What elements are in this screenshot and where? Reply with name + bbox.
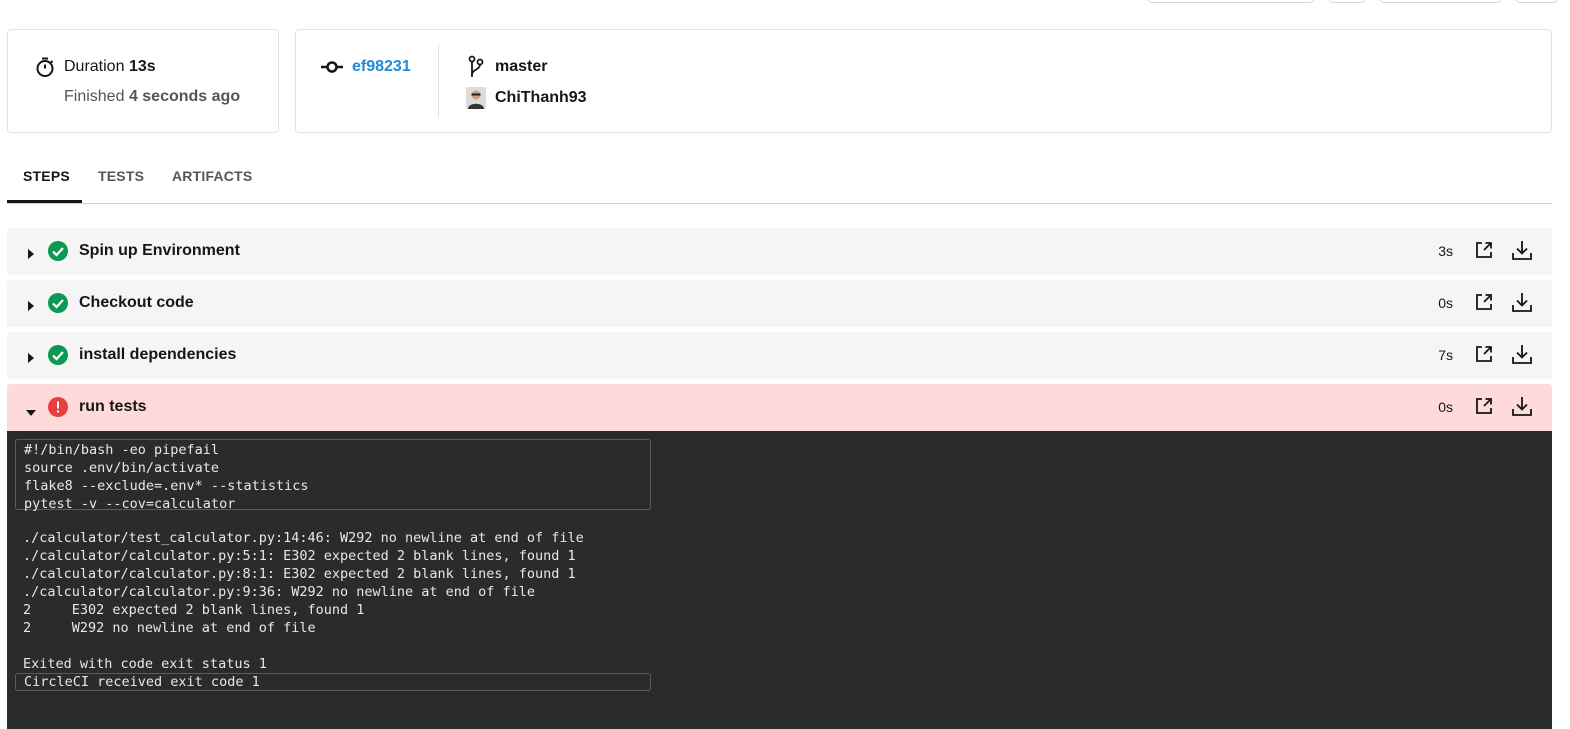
open-external-icon[interactable]: [1474, 396, 1494, 421]
commit-card: ef98231 master ChiThanh93: [295, 29, 1552, 133]
top-action-button-1[interactable]: [1148, 0, 1314, 3]
download-icon[interactable]: [1511, 343, 1533, 370]
duration-label: Duration: [64, 58, 125, 75]
open-external-icon[interactable]: [1474, 292, 1494, 317]
success-check-icon: [48, 241, 68, 266]
branch-name[interactable]: master: [495, 58, 547, 76]
author-avatar: [466, 87, 486, 109]
tab-artifacts[interactable]: ARTIFACTS: [172, 168, 252, 184]
duration-value: 13s: [128, 58, 156, 75]
finished-label: Finished: [64, 88, 125, 105]
step-duration: 0s: [1438, 399, 1453, 415]
step-row[interactable]: Spin up Environment 3s: [7, 228, 1552, 275]
exit-code-line: CircleCI received exit code 1: [15, 673, 651, 691]
expand-caret-icon[interactable]: [27, 298, 35, 316]
commit-hash-link[interactable]: ef98231: [352, 58, 411, 76]
step-name: run tests: [79, 398, 147, 415]
step-name: Checkout code: [79, 294, 194, 311]
author-name[interactable]: ChiThanh93: [495, 89, 587, 107]
command-block: #!/bin/bash -eo pipefail source .env/bin…: [15, 439, 651, 512]
success-check-icon: [48, 345, 68, 370]
step-row[interactable]: Checkout code 0s: [7, 280, 1552, 327]
step-console-output[interactable]: #!/bin/bash -eo pipefail source .env/bin…: [7, 431, 1552, 729]
download-icon[interactable]: [1511, 239, 1533, 266]
active-tab-indicator: [7, 200, 82, 203]
download-icon[interactable]: [1511, 395, 1533, 422]
error-alert-icon: [48, 397, 68, 422]
step-name: Spin up Environment: [79, 242, 240, 259]
duration-card: Duration 13s Finished 4 seconds ago: [7, 29, 279, 133]
download-icon[interactable]: [1511, 291, 1533, 318]
step-duration: 0s: [1438, 295, 1453, 311]
top-action-button-4[interactable]: [1516, 0, 1558, 3]
branch-icon: [466, 55, 486, 79]
finished-value: 4 seconds ago: [128, 88, 241, 105]
stopwatch-icon: [34, 56, 56, 78]
expand-caret-icon[interactable]: [27, 246, 35, 264]
step-name: install dependencies: [79, 346, 237, 363]
step-duration: 3s: [1438, 243, 1453, 259]
top-action-button-2[interactable]: [1329, 0, 1365, 3]
tab-steps[interactable]: STEPS: [23, 168, 70, 184]
step-row-failed[interactable]: run tests 0s: [7, 384, 1552, 431]
success-check-icon: [48, 293, 68, 318]
step-duration: 7s: [1438, 347, 1453, 363]
job-tabs: STEPS TESTS ARTIFACTS: [7, 156, 1552, 204]
collapse-caret-icon[interactable]: [26, 404, 36, 422]
expand-caret-icon[interactable]: [27, 350, 35, 368]
console-output-text: ./calculator/test_calculator.py:14:46: W…: [23, 530, 584, 672]
card-divider: [438, 44, 439, 118]
open-external-icon[interactable]: [1474, 240, 1494, 265]
step-row[interactable]: install dependencies 7s: [7, 332, 1552, 379]
tab-tests[interactable]: TESTS: [98, 168, 144, 184]
top-action-button-3[interactable]: [1380, 0, 1501, 3]
open-external-icon[interactable]: [1474, 344, 1494, 369]
commit-icon: [321, 56, 343, 78]
